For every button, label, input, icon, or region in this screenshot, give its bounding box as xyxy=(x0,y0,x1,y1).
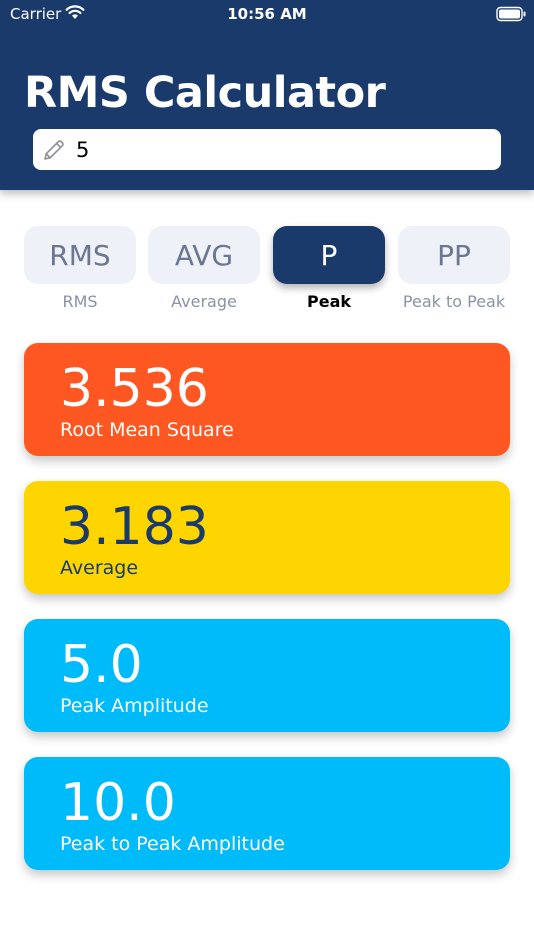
segment-peak-to-peak-button[interactable]: PP xyxy=(398,226,510,284)
status-bar: Carrier 10:56 AM xyxy=(0,0,534,30)
result-value-average: 3.183 xyxy=(60,497,209,557)
segment-avg-label: Average xyxy=(171,292,237,311)
result-value-peak: 5.0 xyxy=(60,635,143,695)
status-time: 10:56 AM xyxy=(227,5,307,23)
value-input[interactable] xyxy=(76,129,491,170)
segment-peak-button[interactable]: P xyxy=(273,226,385,284)
result-card-rms: 3.536 Root Mean Square xyxy=(24,343,510,456)
result-label-average: Average xyxy=(60,557,139,579)
result-value-rms: 3.536 xyxy=(60,359,209,419)
result-card-peak-to-peak: 10.0 Peak to Peak Amplitude xyxy=(24,757,510,870)
segment-peak-to-peak[interactable]: PP Peak to Peak xyxy=(398,226,510,316)
result-label-peak: Peak Amplitude xyxy=(60,695,209,717)
result-label-rms: Root Mean Square xyxy=(60,419,234,441)
result-card-peak: 5.0 Peak Amplitude xyxy=(24,619,510,732)
result-card-average: 3.183 Average xyxy=(24,481,510,594)
result-label-peak-to-peak: Peak to Peak Amplitude xyxy=(60,833,285,855)
pencil-icon xyxy=(44,140,64,160)
battery-icon xyxy=(496,6,526,22)
segment-rms[interactable]: RMS RMS xyxy=(24,226,136,316)
segment-rms-button[interactable]: RMS xyxy=(24,226,136,284)
segment-peak-label: Peak xyxy=(306,292,351,311)
mode-selector: RMS RMS AVG Average P Peak PP Peak to Pe… xyxy=(0,226,534,316)
page-title: RMS Calculator xyxy=(24,68,386,118)
value-input-container[interactable] xyxy=(33,129,501,170)
segment-rms-label: RMS xyxy=(62,292,98,311)
header: Carrier 10:56 AM RMS Calculator xyxy=(0,0,534,190)
result-value-peak-to-peak: 10.0 xyxy=(60,773,176,833)
segment-avg-button[interactable]: AVG xyxy=(148,226,260,284)
segment-peak-to-peak-label: Peak to Peak xyxy=(402,292,506,311)
segment-avg[interactable]: AVG Average xyxy=(148,226,260,316)
segment-peak[interactable]: P Peak xyxy=(273,226,385,316)
